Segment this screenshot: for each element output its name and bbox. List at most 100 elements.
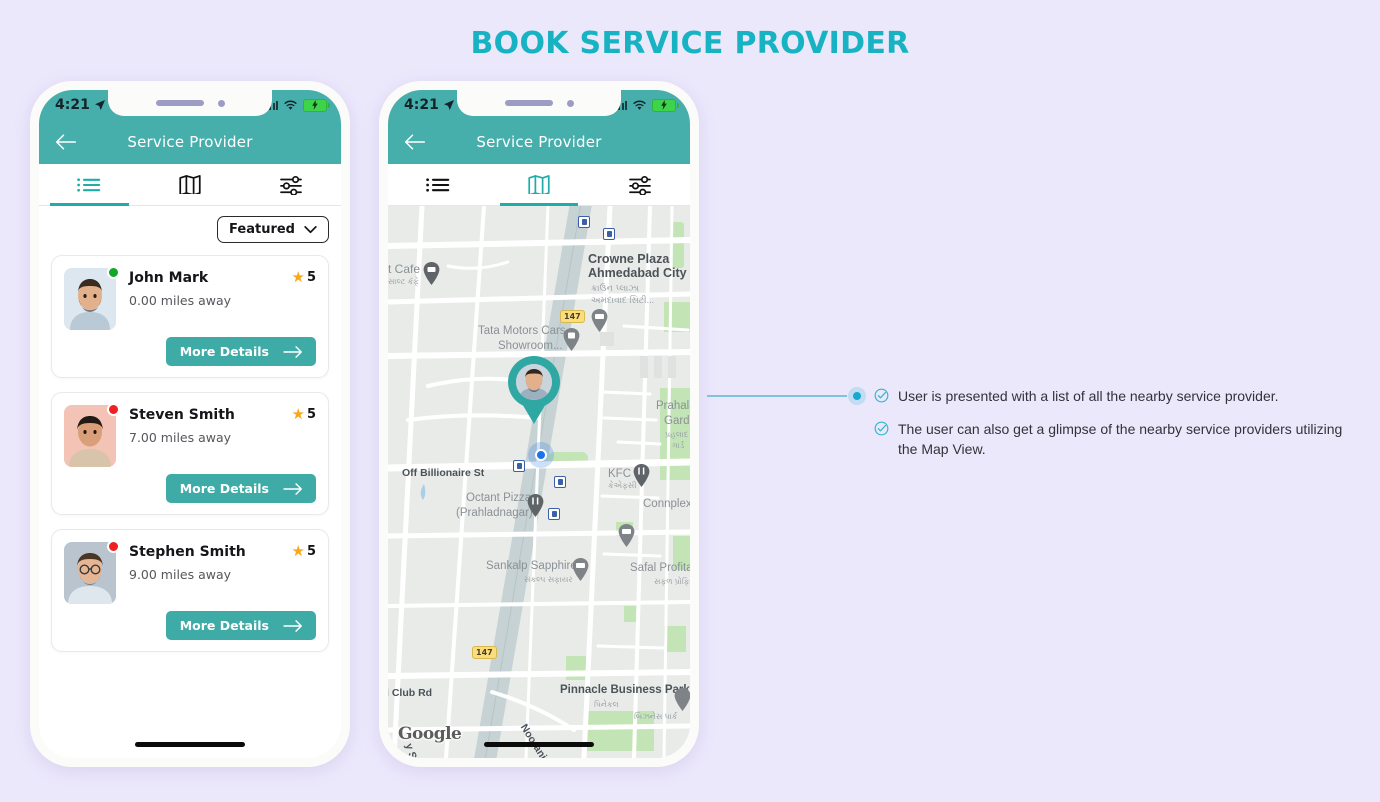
- provider-rating: ★ 5: [292, 405, 317, 423]
- status-dot-offline: [107, 540, 120, 553]
- callout-connector-line: [707, 395, 847, 397]
- status-time: 4:21: [404, 97, 439, 113]
- service-provider-map-pin[interactable]: [508, 356, 560, 424]
- star-icon: ★: [291, 542, 305, 560]
- navigation-arrow-icon: [443, 100, 454, 110]
- provider-name: Steven Smith: [129, 407, 235, 423]
- poi-restaurant-icon: [527, 494, 544, 517]
- callout-text-block: User is presented with a list of all the…: [874, 386, 1364, 471]
- home-indicator: [484, 742, 594, 747]
- status-bar-right: [614, 98, 679, 112]
- check-circle-icon: [874, 388, 889, 408]
- back-arrow-icon[interactable]: [55, 133, 77, 151]
- callout-item-text: User is presented with a list of all the…: [898, 388, 1279, 404]
- poi-generic-icon: [674, 688, 690, 711]
- battery-charging-icon: [652, 98, 679, 112]
- front-camera-icon: [217, 99, 225, 107]
- poi-restaurant-icon: [633, 464, 650, 487]
- map-fold-icon: [179, 175, 201, 194]
- rating-value: 5: [306, 407, 316, 422]
- more-details-label: More Details: [179, 481, 269, 496]
- phone-notch: [457, 90, 621, 116]
- tab-filter[interactable]: [589, 164, 690, 205]
- page-root: BOOK SERVICE PROVIDER 4:21 Service Provi…: [0, 0, 1380, 802]
- star-icon: ★: [291, 268, 305, 286]
- tab-map-view[interactable]: [140, 164, 241, 205]
- tab-list-view[interactable]: [388, 164, 489, 205]
- pin-head: [508, 356, 560, 408]
- provider-list: Featured John Mark 0.00 miles away ★ 5 M…: [39, 206, 341, 758]
- map-canvas[interactable]: Crowne Plaza Ahmedabad City Cent ક્રાઉન …: [388, 206, 690, 758]
- more-details-button[interactable]: More Details: [165, 337, 316, 366]
- page-title: BOOK SERVICE PROVIDER: [470, 26, 910, 61]
- phone-notch: [108, 90, 272, 116]
- google-attribution: Google: [398, 724, 462, 744]
- app-title: Service Provider: [127, 133, 253, 151]
- poi-store-icon: [563, 328, 580, 351]
- transit-stop-icon: [513, 460, 525, 472]
- avatar-wrap: [64, 540, 120, 604]
- navigation-arrow-icon: [94, 100, 105, 110]
- more-details-label: More Details: [179, 344, 269, 359]
- status-bar-right: [265, 98, 330, 112]
- sort-featured-dropdown[interactable]: Featured: [217, 216, 329, 243]
- map-fold-icon: [528, 175, 550, 194]
- more-details-label: More Details: [179, 618, 269, 633]
- speaker-grille-icon: [155, 100, 204, 106]
- list-icon: [426, 177, 450, 192]
- chevron-down-icon: [304, 225, 317, 233]
- check-circle-icon: [874, 421, 889, 441]
- more-details-button[interactable]: More Details: [165, 611, 316, 640]
- view-tabs: [388, 164, 690, 206]
- transit-stop-icon: [603, 228, 615, 240]
- callout-item: The user can also get a glimpse of the n…: [874, 419, 1364, 460]
- screen-list-view: 4:21 Service Provider Featured John Mark…: [39, 90, 341, 758]
- screen-map-view: 4:21 Service Provider Crowne Plaza Ahmed…: [388, 90, 690, 758]
- provider-rating: ★ 5: [291, 542, 317, 560]
- home-indicator: [135, 742, 245, 747]
- status-bar-left: 4:21: [55, 97, 106, 113]
- provider-card[interactable]: Stephen Smith 9.00 miles away ★ 5 More D…: [51, 529, 329, 652]
- sort-label: Featured: [229, 222, 295, 237]
- arrow-right-icon: [283, 482, 302, 495]
- current-location-dot: [535, 449, 547, 461]
- provider-card-top: John Mark 0.00 miles away ★ 5: [64, 266, 316, 330]
- provider-name: Stephen Smith: [129, 544, 246, 560]
- poi-cafe-icon: [423, 262, 440, 285]
- status-bar-left: 4:21: [404, 97, 455, 113]
- app-header: Service Provider: [39, 120, 341, 164]
- wifi-icon: [633, 100, 646, 110]
- provider-card[interactable]: John Mark 0.00 miles away ★ 5 More Detai…: [51, 255, 329, 378]
- tab-map-view[interactable]: [489, 164, 590, 206]
- rating-value: 5: [306, 270, 316, 285]
- rating-value: 5: [306, 544, 316, 559]
- avatar-wrap: [64, 266, 120, 330]
- provider-distance: 7.00 miles away: [129, 429, 232, 445]
- app-title: Service Provider: [476, 133, 602, 151]
- provider-info: Steven Smith 7.00 miles away: [116, 405, 292, 445]
- tab-list-view[interactable]: [39, 164, 140, 206]
- highway-shield-147: 147: [472, 646, 497, 659]
- filter-sliders-icon: [279, 175, 302, 195]
- tab-filter[interactable]: [240, 164, 341, 205]
- provider-info: Stephen Smith 9.00 miles away: [116, 542, 292, 582]
- callout-bullet-icon: [848, 387, 866, 405]
- speaker-grille-icon: [504, 100, 553, 106]
- avatar-wrap: [64, 403, 120, 467]
- details-row: More Details: [64, 474, 316, 503]
- provider-distance: 0.00 miles away: [129, 292, 232, 308]
- phone-mockup-map-view: 4:21 Service Provider Crowne Plaza Ahmed…: [379, 81, 699, 767]
- details-row: More Details: [64, 611, 316, 640]
- more-details-button[interactable]: More Details: [165, 474, 316, 503]
- provider-card[interactable]: Steven Smith 7.00 miles away ★ 5 More De…: [51, 392, 329, 515]
- provider-distance: 9.00 miles away: [129, 566, 232, 582]
- arrow-right-icon: [283, 619, 302, 632]
- poi-hotel-icon: [572, 558, 589, 581]
- wifi-icon: [284, 100, 297, 110]
- pin-avatar: [516, 364, 552, 400]
- battery-charging-icon: [303, 98, 330, 112]
- transit-stop-icon: [578, 216, 590, 228]
- phone-mockup-list-view: 4:21 Service Provider Featured John Mark…: [30, 81, 350, 767]
- provider-name: John Mark: [129, 270, 209, 286]
- back-arrow-icon[interactable]: [404, 133, 426, 151]
